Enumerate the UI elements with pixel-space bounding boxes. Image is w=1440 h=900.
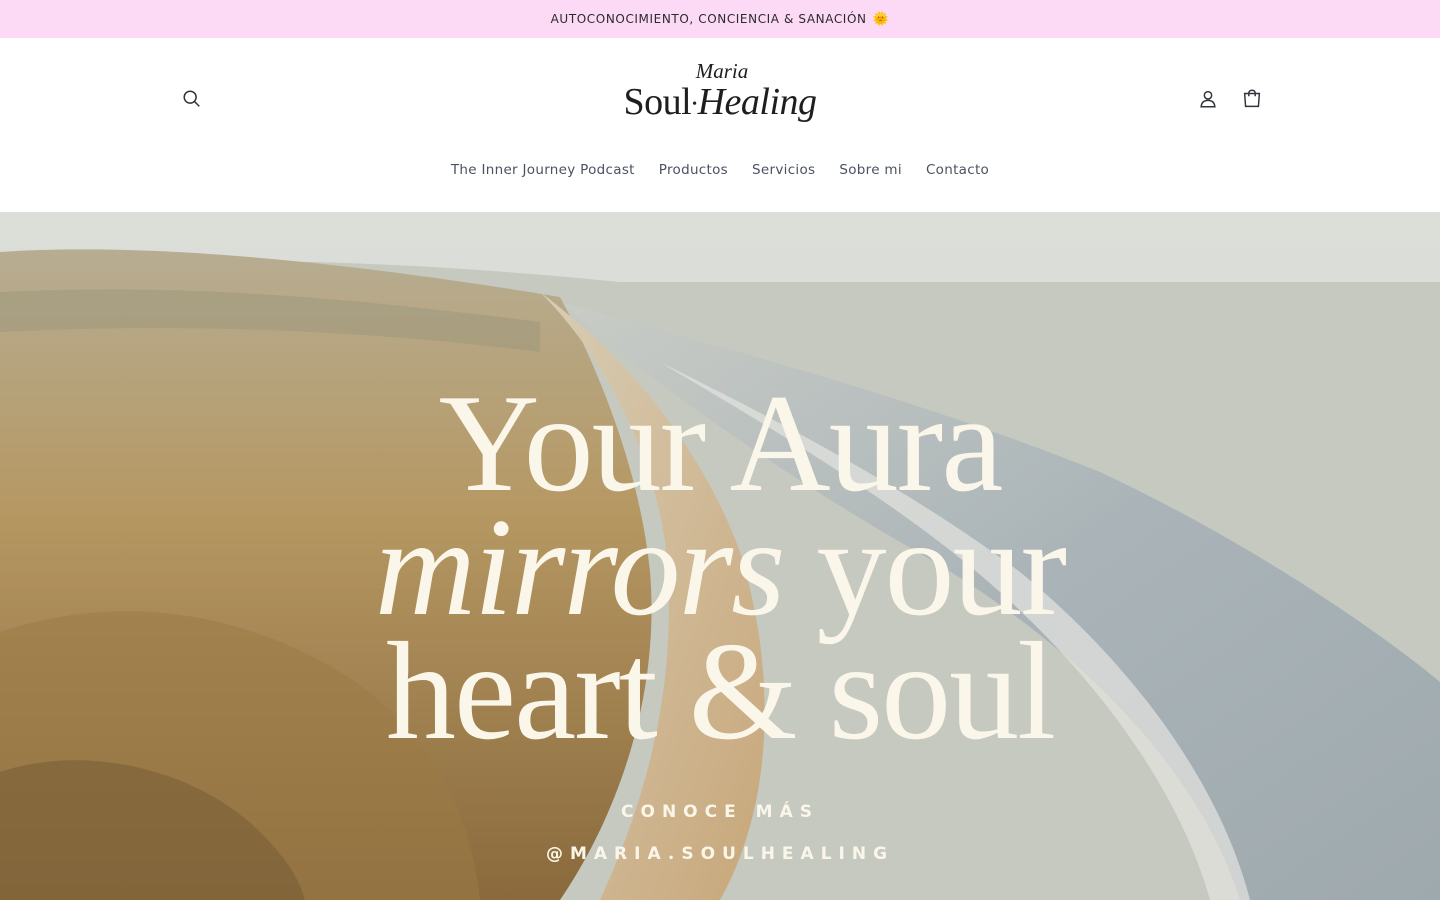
main-nav: The Inner Journey Podcast Productos Serv… — [0, 158, 1440, 182]
nav-item-contacto[interactable]: Contacto — [926, 158, 989, 182]
headline-line-3: heart & soul — [385, 614, 1056, 769]
nav-item-sobre-mi[interactable]: Sobre mi — [839, 158, 902, 182]
headline-line-1: Your Aura — [438, 366, 1004, 521]
logo-soul: Soul — [623, 81, 692, 123]
conoce-mas-link[interactable]: CONOCE MÁS — [0, 802, 1440, 822]
hero-banner[interactable]: Your Aura mirrors your heart & soul CONO… — [0, 212, 1440, 900]
instagram-handle: @MARIA.SOULHEALING — [545, 844, 895, 864]
cart-button[interactable] — [1232, 79, 1272, 119]
account-icon — [1200, 90, 1216, 108]
cart-icon — [1243, 89, 1261, 108]
nav-item-productos[interactable]: Productos — [659, 158, 728, 182]
logo-healing: Healing — [697, 81, 817, 123]
logo-dot: • — [692, 97, 697, 113]
announcement-text: AUTOCONOCIMIENTO, CONCIENCIA & SANACIÓN — [550, 12, 867, 26]
site-logo[interactable]: Maria Soul•Healing — [620, 60, 820, 136]
account-button[interactable] — [1188, 79, 1228, 119]
nav-item-podcast[interactable]: The Inner Journey Podcast — [451, 158, 635, 182]
hero-headline: Your Aura mirrors your heart & soul — [0, 366, 1440, 769]
logo-maria: Maria — [695, 59, 749, 83]
logo-soul-healing: Soul•Healing — [620, 82, 820, 125]
nav-item-servicios[interactable]: Servicios — [752, 158, 815, 182]
headline-line-2: mirrors your — [0, 498, 1440, 638]
site-header: Maria Soul•Healing The Inner Journey Pod… — [0, 38, 1440, 212]
search-button[interactable] — [172, 79, 212, 119]
sun-emoji-icon: 🌞 — [872, 11, 890, 27]
search-icon — [183, 90, 200, 107]
announcement-bar: AUTOCONOCIMIENTO, CONCIENCIA & SANACIÓN … — [0, 0, 1440, 38]
